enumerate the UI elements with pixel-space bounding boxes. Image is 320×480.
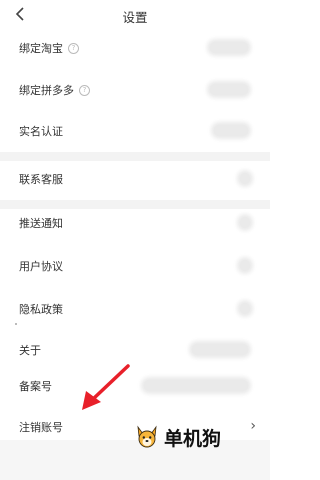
row-label: 用户协议 — [19, 260, 63, 273]
blurred-value — [210, 42, 248, 53]
row-label: 备案号 — [19, 380, 52, 393]
blurred-value — [240, 260, 250, 271]
row-user-agreement[interactable]: 用户协议 — [0, 249, 270, 283]
row-push-notification[interactable]: 推送通知 — [0, 206, 270, 240]
row-label: 隐私政策 — [19, 303, 63, 316]
dog-logo-icon — [137, 425, 157, 448]
watermark: 单机狗 — [133, 422, 221, 452]
row-real-name-auth[interactable]: 实名认证 — [0, 114, 270, 148]
blurred-value — [144, 380, 248, 391]
chevron-right-icon: › — [250, 418, 256, 434]
help-icon[interactable]: ? — [79, 84, 90, 96]
blurred-value — [192, 344, 248, 355]
header: 设置 — [0, 0, 270, 30]
row-label: 实名认证 — [19, 125, 63, 138]
section-divider — [0, 152, 270, 161]
row-contact-support[interactable]: 联系客服 — [0, 162, 270, 196]
help-icon[interactable]: ? — [68, 42, 79, 54]
watermark-text: 单机狗 — [164, 427, 222, 450]
blurred-value — [240, 303, 250, 314]
blurred-value — [214, 125, 248, 136]
row-label: 绑定淘宝 — [19, 42, 63, 55]
row-label: 关于 — [19, 344, 41, 357]
row-label: 联系客服 — [19, 173, 63, 186]
blurred-value — [240, 173, 250, 184]
blurred-value — [240, 217, 250, 228]
blurred-value — [210, 84, 248, 95]
row-label: 推送通知 — [19, 217, 63, 230]
page-title: 设置 — [122, 10, 148, 25]
row-label: 注销账号 — [19, 421, 63, 434]
row-bind-pinduoduo[interactable]: 绑定拼多多 ? — [0, 73, 270, 107]
row-privacy-policy[interactable]: 隐私政策 — [0, 292, 270, 326]
stray-dot — [15, 323, 17, 325]
row-label: 绑定拼多多 — [19, 84, 74, 97]
row-bind-taobao[interactable]: 绑定淘宝 ? — [0, 31, 270, 65]
annotation-arrow-icon — [82, 364, 130, 410]
